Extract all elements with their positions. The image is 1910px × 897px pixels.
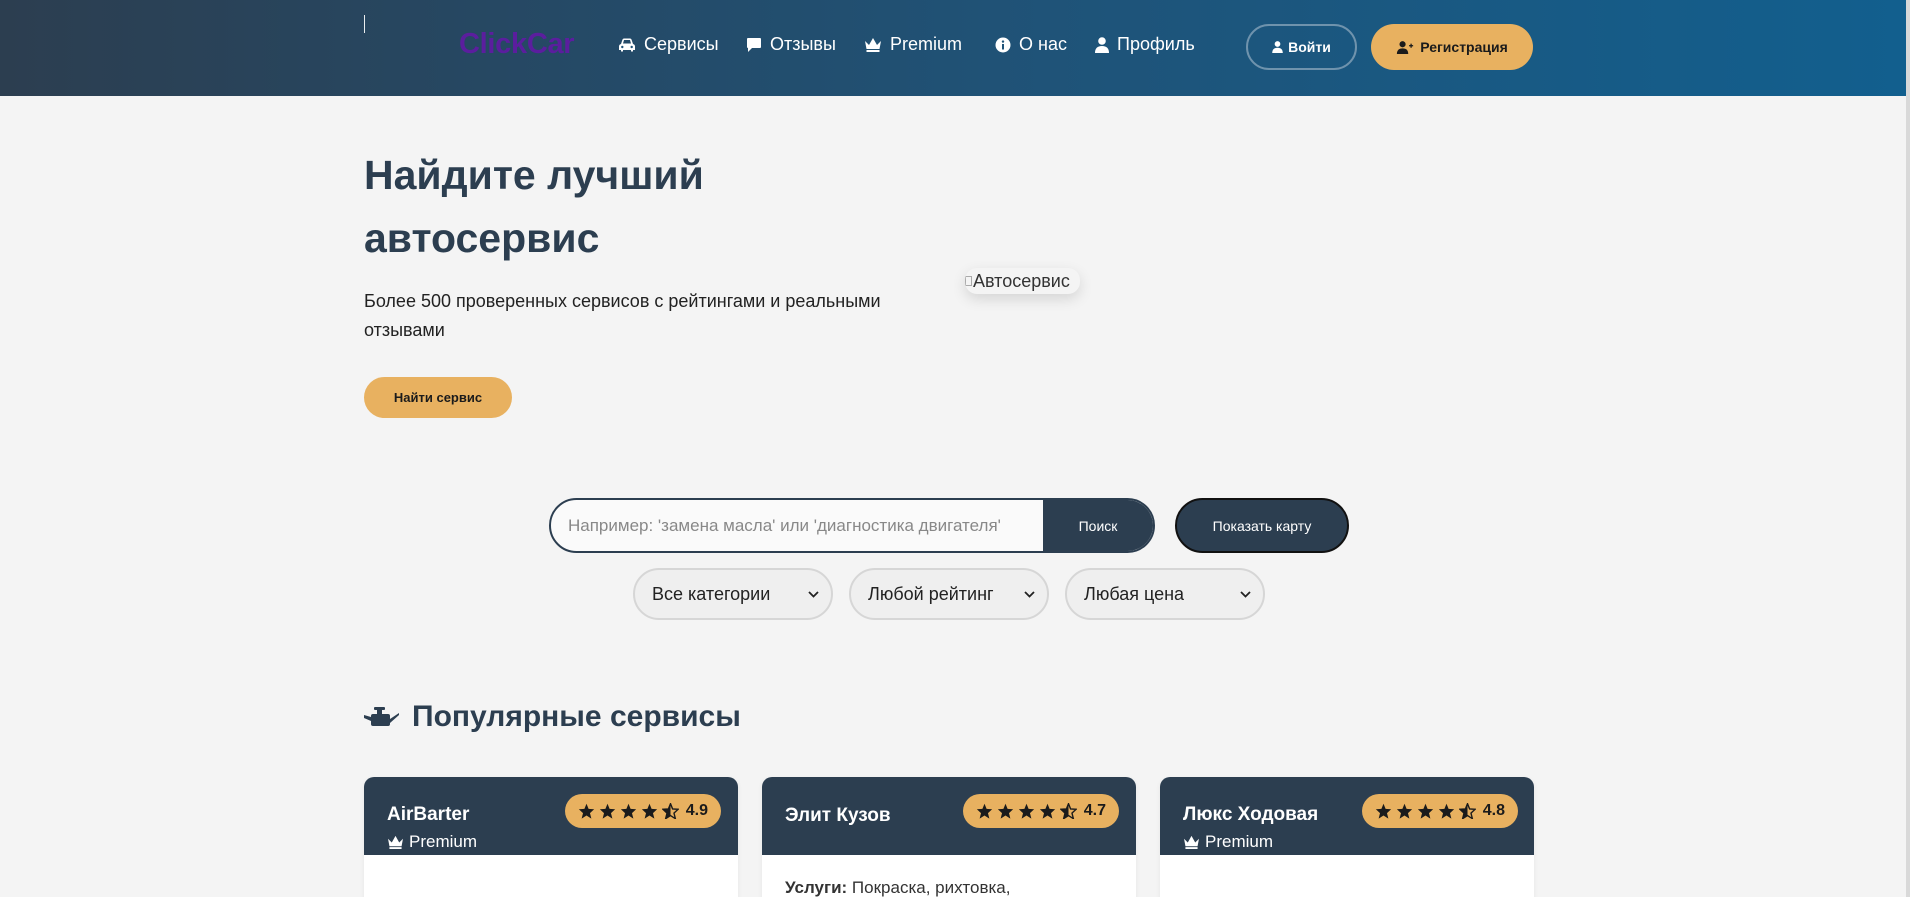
hero-subtitle: Более 500 проверенных сервисов с рейтинг… (364, 291, 881, 340)
nav-label: О нас (1019, 34, 1067, 54)
star-icon (1417, 803, 1433, 819)
search-input[interactable] (551, 500, 1043, 551)
service-name: AirBarter (387, 804, 470, 825)
premium-label: Premium (1205, 832, 1274, 851)
rating-stars (1375, 803, 1476, 819)
rating-select[interactable]: Любой рейтинг (849, 568, 1049, 620)
nav-label: Premium (890, 34, 963, 54)
rating-badge: 4.8 (1361, 794, 1518, 828)
crown-icon (1184, 835, 1199, 849)
category-select-value: Все категории (652, 583, 771, 604)
login-label: Войти (1288, 39, 1331, 55)
chevron-down-icon (1240, 590, 1251, 598)
rating-value: 4.9 (685, 802, 708, 819)
nav-item-profile[interactable]: Профиль (1095, 34, 1195, 55)
star-icon (1018, 803, 1034, 819)
navbar-divider (364, 15, 365, 33)
find-service-button[interactable]: Найти сервис (364, 377, 512, 418)
star-icon (1438, 803, 1454, 819)
chevron-down-icon (1024, 590, 1035, 598)
popular-title-text: Популярные сервисы (412, 700, 741, 733)
register-label: Регистрация (1420, 39, 1508, 55)
hero-title: Найдите лучший автосервис (364, 152, 704, 261)
rating-value: 4.7 (1083, 802, 1106, 819)
service-card[interactable]: Элит Кузов 4.7 Услуги: Покраска, рихтовк… (762, 777, 1136, 897)
star-icon (599, 803, 615, 819)
user-plus-icon (1397, 40, 1414, 54)
star-icon (1396, 803, 1412, 819)
nav-label: Сервисы (644, 34, 719, 54)
star-icon (1375, 803, 1391, 819)
car-icon (619, 38, 635, 51)
premium-label: Premium (409, 832, 478, 851)
rating-stars (976, 803, 1077, 819)
premium-badge: Premium (1183, 832, 1273, 852)
user-icon (1272, 41, 1283, 53)
nav-item-premium[interactable]: Premium (864, 34, 962, 55)
hero-image: Автосервис (965, 268, 1080, 294)
star-icon (997, 803, 1013, 819)
user-icon (1095, 36, 1109, 53)
star-icon (578, 803, 594, 819)
nav-item-reviews[interactable]: Отзывы (746, 34, 836, 55)
register-button[interactable]: Регистрация (1371, 24, 1533, 70)
comment-icon (747, 37, 761, 52)
rating-select-value: Любой рейтинг (868, 583, 994, 604)
page-scrollbar[interactable] (1906, 0, 1910, 897)
service-card[interactable]: Люкс Ходовая Premium 4.8 (1160, 777, 1534, 897)
star-half-icon (1059, 803, 1077, 819)
star-icon (976, 803, 992, 819)
nav-label: Профиль (1117, 34, 1195, 54)
card-header: Элит Кузов 4.7 (762, 777, 1136, 855)
rating-badge: 4.9 (564, 794, 721, 828)
popular-section-title: Популярные сервисы (364, 700, 741, 734)
nav-item-services[interactable]: Сервисы (618, 34, 719, 55)
oil-can-icon (364, 707, 399, 726)
price-select-value: Любая цена (1084, 583, 1185, 604)
star-half-icon (1458, 803, 1476, 819)
nav-item-about[interactable]: О нас (995, 34, 1067, 55)
service-name: Люкс Ходовая (1183, 804, 1319, 825)
rating-value: 4.8 (1482, 802, 1505, 819)
card-header: Люкс Ходовая Premium 4.8 (1160, 777, 1534, 855)
star-icon (1039, 803, 1055, 819)
star-half-icon (661, 803, 679, 819)
rating-stars (578, 803, 679, 819)
top-navbar: ClickCar Сервисы Отзывы Premium О нас Пр… (0, 0, 1906, 96)
search-button[interactable]: Поиск (1043, 500, 1153, 551)
nav-label: Отзывы (770, 34, 836, 54)
star-icon (641, 803, 657, 819)
site-logo[interactable]: ClickCar (459, 28, 575, 61)
card-header: AirBarter Premium 4.9 (364, 777, 738, 855)
star-icon (620, 803, 636, 819)
login-button[interactable]: Войти (1246, 24, 1357, 70)
category-select[interactable]: Все категории (633, 568, 833, 620)
service-card[interactable]: AirBarter Premium 4.9 (364, 777, 738, 897)
card-body: Услуги: Покраска, рихтовка, (762, 855, 1136, 897)
hero-image-alt: Автосервис (973, 270, 1070, 291)
services-text: Покраска, рихтовка, (851, 878, 1011, 897)
crown-icon (388, 835, 403, 849)
crown-icon (865, 38, 881, 52)
premium-badge: Premium (387, 832, 477, 852)
search-bar: Поиск (549, 498, 1155, 553)
price-select[interactable]: Любая цена (1065, 568, 1265, 620)
service-name: Элит Кузов (785, 805, 891, 826)
services-label: Услуги: (785, 878, 848, 897)
chevron-down-icon (808, 590, 819, 598)
rating-badge: 4.7 (962, 794, 1119, 828)
broken-image-icon (965, 276, 972, 286)
show-map-button[interactable]: Показать карту (1175, 498, 1349, 553)
info-icon (995, 37, 1011, 52)
